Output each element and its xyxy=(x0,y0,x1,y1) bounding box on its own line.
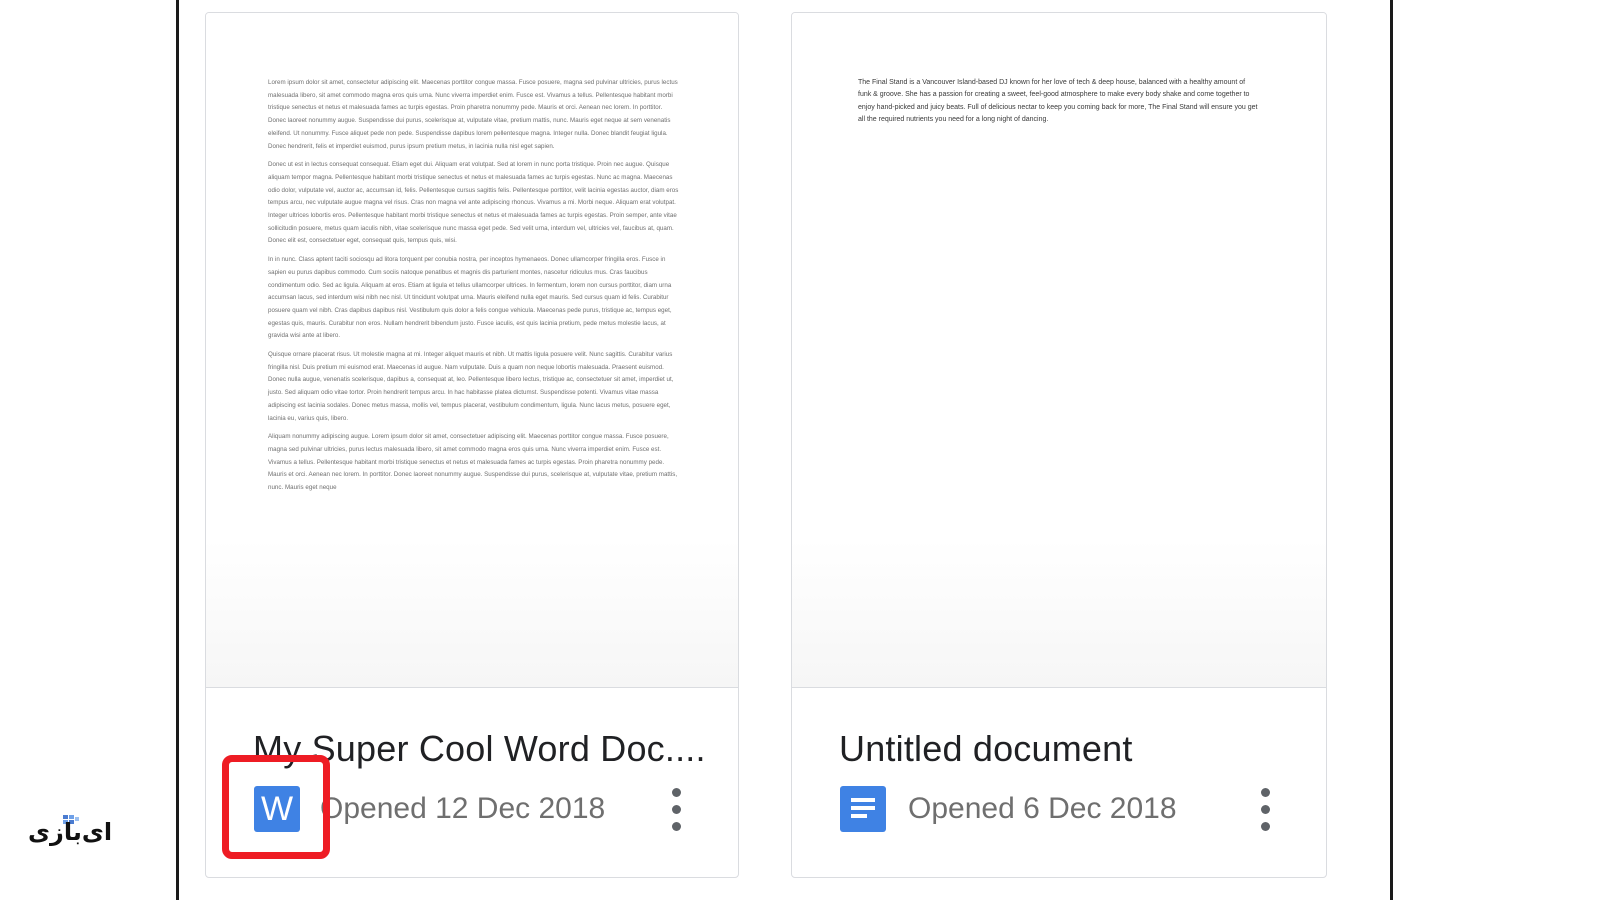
thumbnail-paragraph: Aliquam nonummy adipiscing augue. Lorem … xyxy=(268,433,678,492)
more-options-icon[interactable] xyxy=(1258,788,1272,832)
last-opened-date: Opened 12 Dec 2018 xyxy=(320,792,606,825)
thumbnail-paragraph: In in nunc. Class aptent taciti sociosqu… xyxy=(268,256,672,340)
file-title[interactable]: Untitled document xyxy=(839,728,1133,770)
watermark-text: ای‌بازی xyxy=(28,818,113,846)
more-options-icon[interactable] xyxy=(669,788,683,832)
frame-border-left xyxy=(176,0,179,900)
thumbnail-text: Lorem ipsum dolor sit amet, consectetur … xyxy=(268,77,680,501)
last-opened-date: Opened 6 Dec 2018 xyxy=(908,792,1177,825)
file-card-word-doc[interactable]: Lorem ipsum dolor sit amet, consectetur … xyxy=(205,12,739,878)
file-card-untitled-doc[interactable]: The Final Stand is a Vancouver Island-ba… xyxy=(791,12,1327,878)
file-info: Untitled document Opened 6 Dec 2018 xyxy=(792,688,1326,877)
thumbnail-paragraph: Lorem ipsum dolor sit amet, consectetur … xyxy=(268,79,678,150)
document-thumbnail[interactable]: Lorem ipsum dolor sit amet, consectetur … xyxy=(206,13,738,688)
watermark-logo: ای‌بازی xyxy=(28,814,112,854)
google-docs-icon xyxy=(840,786,886,832)
thumbnail-text: The Final Stand is a Vancouver Island-ba… xyxy=(858,79,1258,124)
thumbnail-paragraph: Quisque ornare placerat risus. Ut molest… xyxy=(268,351,674,422)
document-thumbnail[interactable]: The Final Stand is a Vancouver Island-ba… xyxy=(792,13,1326,688)
thumbnail-paragraph: Donec ut est in lectus consequat consequ… xyxy=(268,161,679,245)
frame-border-right xyxy=(1390,0,1393,900)
annotation-highlight-box xyxy=(222,755,330,859)
